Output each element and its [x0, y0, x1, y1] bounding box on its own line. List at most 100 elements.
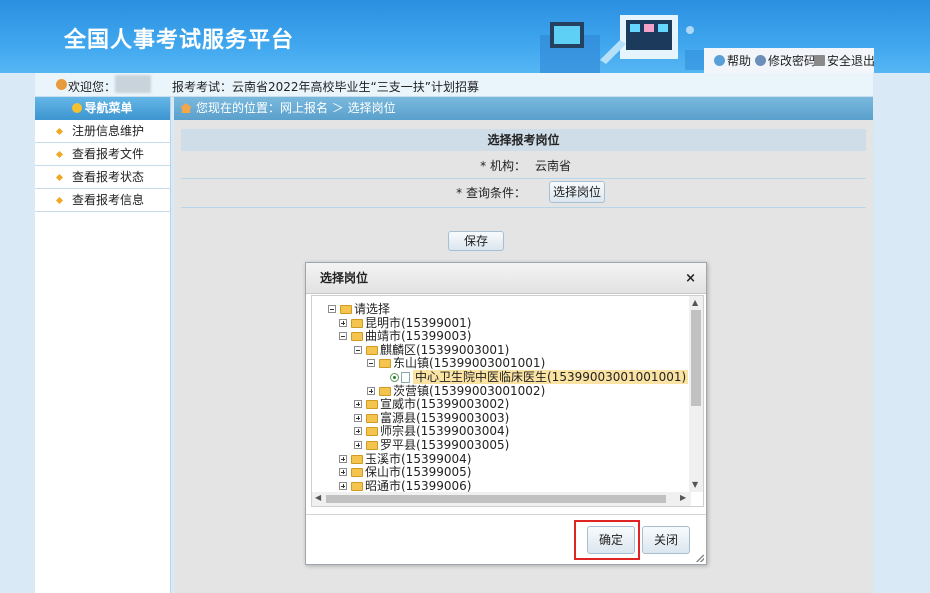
- resize-grip-icon[interactable]: [696, 554, 704, 562]
- tree-node[interactable]: 请选择: [328, 302, 390, 316]
- confirm-button[interactable]: 确定: [587, 526, 635, 554]
- expand-icon[interactable]: [354, 400, 362, 409]
- tree-node-label: 麒麟区(15399003001): [380, 342, 510, 357]
- home-icon: [180, 103, 192, 113]
- position-tree: 请选择 昆明市(15399001) 曲靖市(15399003) 麒麟区(1539900…: [311, 295, 704, 507]
- bullet-icon: [55, 196, 64, 205]
- sidebar-item-exam-files[interactable]: 查看报考文件: [35, 143, 170, 166]
- org-value: 云南省: [535, 159, 572, 173]
- site-header: 全国人事考试服务平台 帮助 修改密码 安全退出: [0, 0, 930, 73]
- tree-node[interactable]: 富源县(15399003003): [354, 411, 509, 425]
- folder-icon: [379, 359, 391, 369]
- folder-icon: [351, 481, 363, 491]
- radio-selected-icon[interactable]: [390, 373, 399, 382]
- collapse-icon[interactable]: [354, 345, 362, 354]
- expand-icon[interactable]: [354, 427, 362, 436]
- org-row: * 机构： 云南省: [181, 152, 866, 179]
- collapse-icon[interactable]: [328, 305, 336, 313]
- bullet-icon: [55, 173, 64, 182]
- folder-icon: [366, 441, 378, 450]
- tree-node-label: 昆明市(15399001): [365, 315, 472, 330]
- tree-node[interactable]: 中心卫生院中医临床医生(15399003001001001): [390, 370, 689, 384]
- folder-icon: [340, 305, 352, 314]
- expand-icon[interactable]: [339, 468, 347, 477]
- folder-icon: [351, 454, 363, 464]
- query-label: * 查询条件：: [456, 186, 526, 200]
- horizontal-scrollbar[interactable]: ◀ ▶: [312, 492, 691, 506]
- save-button[interactable]: 保存: [448, 231, 504, 251]
- tree-node-label: 中心卫生院中医临床医生(15399003001001001): [413, 370, 689, 384]
- folder-icon: [366, 427, 378, 437]
- folder-icon: [366, 345, 378, 355]
- tree-node[interactable]: 玉溪市(15399004): [339, 452, 471, 466]
- scroll-down-icon[interactable]: ▼: [692, 480, 698, 489]
- tree-node-label: 曲靖市(15399003): [365, 329, 472, 344]
- folder-icon: [351, 332, 363, 342]
- welcome-label: 欢迎您：: [68, 80, 117, 94]
- tree-node[interactable]: 曲靖市(15399003): [339, 329, 471, 343]
- vertical-scrollbar[interactable]: ▲ ▼: [689, 296, 703, 492]
- change-password-link[interactable]: 修改密码: [755, 52, 816, 69]
- menu-icon: [72, 103, 83, 113]
- tree-node-label: 宣威市(15399003002): [380, 397, 510, 412]
- bullet-icon: [55, 150, 64, 159]
- tree-node-label: 罗平县(15399003005): [380, 438, 510, 452]
- logout-icon: [814, 55, 825, 66]
- folder-icon: [379, 386, 391, 396]
- help-link[interactable]: 帮助: [714, 52, 751, 69]
- tree-node[interactable]: 昆明市(15399001): [339, 316, 471, 330]
- expand-icon[interactable]: [339, 318, 347, 327]
- expand-icon[interactable]: [354, 441, 362, 449]
- sidebar-item-exam-info[interactable]: 查看报考信息: [35, 189, 170, 212]
- help-icon: [714, 55, 725, 66]
- tree-node[interactable]: 宣威市(15399003002): [354, 397, 509, 411]
- expand-icon[interactable]: [339, 481, 347, 490]
- tree-node-label: 师宗县(15399003004): [380, 424, 510, 439]
- org-label: * 机构：: [480, 159, 526, 173]
- collapse-icon[interactable]: [339, 332, 347, 341]
- tree-node[interactable]: 昭通市(15399006): [339, 479, 471, 493]
- expand-icon[interactable]: [354, 413, 362, 422]
- scroll-thumb-horizontal[interactable]: [326, 495, 666, 503]
- folder-icon: [351, 318, 363, 328]
- select-position-button[interactable]: 选择岗位: [549, 181, 605, 203]
- site-title: 全国人事考试服务平台: [64, 28, 295, 53]
- tree-node[interactable]: 保山市(15399005): [339, 465, 471, 479]
- welcome-bar: 欢迎您： 报考考试：云南省2022年高校毕业生“三支一扶”计划招募: [35, 73, 873, 97]
- folder-icon: [351, 468, 363, 478]
- folder-icon: [366, 413, 378, 423]
- folder-icon: [366, 400, 378, 410]
- sidebar-item-registration-info[interactable]: 注册信息维护: [35, 120, 170, 143]
- tree-node-label: 昭通市(15399006): [365, 478, 472, 493]
- dialog-footer: 确定 关闭: [306, 514, 706, 564]
- user-icon: [56, 79, 67, 90]
- close-icon[interactable]: ×: [685, 263, 696, 294]
- tree-node[interactable]: 师宗县(15399003004): [354, 424, 509, 438]
- scroll-thumb[interactable]: [691, 310, 701, 406]
- close-button[interactable]: 关闭: [642, 526, 690, 554]
- nav-menu-header: 导航菜单: [35, 97, 170, 120]
- tree-node[interactable]: 麒麟区(15399003001): [354, 343, 509, 357]
- scroll-right-icon[interactable]: ▶: [680, 493, 686, 502]
- tree-node[interactable]: 东山镇(15399003001001): [367, 356, 545, 370]
- select-position-dialog: 选择岗位 × 请选择 昆明市(15399001) 曲靖市(15399003) 麒麟区(…: [305, 262, 707, 565]
- tree-node[interactable]: 茨营镇(15399003001002): [367, 384, 545, 398]
- tree-node-label: 东山镇(15399003001001): [393, 356, 546, 371]
- scroll-left-icon[interactable]: ◀: [315, 493, 321, 502]
- logout-link[interactable]: 安全退出: [814, 52, 875, 69]
- file-icon: [401, 372, 410, 383]
- username-redacted: [115, 75, 151, 93]
- tree-node[interactable]: 罗平县(15399003005): [354, 438, 509, 452]
- expand-icon[interactable]: [339, 454, 347, 463]
- tree-node-label: 请选择: [354, 302, 391, 316]
- header-links: 帮助 修改密码 安全退出: [704, 48, 875, 73]
- key-icon: [755, 55, 766, 66]
- exam-label: 报考考试：云南省2022年高校毕业生“三支一扶”计划招募: [172, 80, 479, 94]
- expand-icon[interactable]: [367, 386, 375, 395]
- dialog-title: 选择岗位 ×: [306, 263, 706, 294]
- scroll-up-icon[interactable]: ▲: [692, 298, 698, 307]
- tree-node-label: 玉溪市(15399004): [365, 451, 472, 466]
- tree-node-label: 茨营镇(15399003001002): [393, 383, 546, 398]
- collapse-icon[interactable]: [367, 359, 375, 368]
- sidebar-item-exam-status[interactable]: 查看报考状态: [35, 166, 170, 189]
